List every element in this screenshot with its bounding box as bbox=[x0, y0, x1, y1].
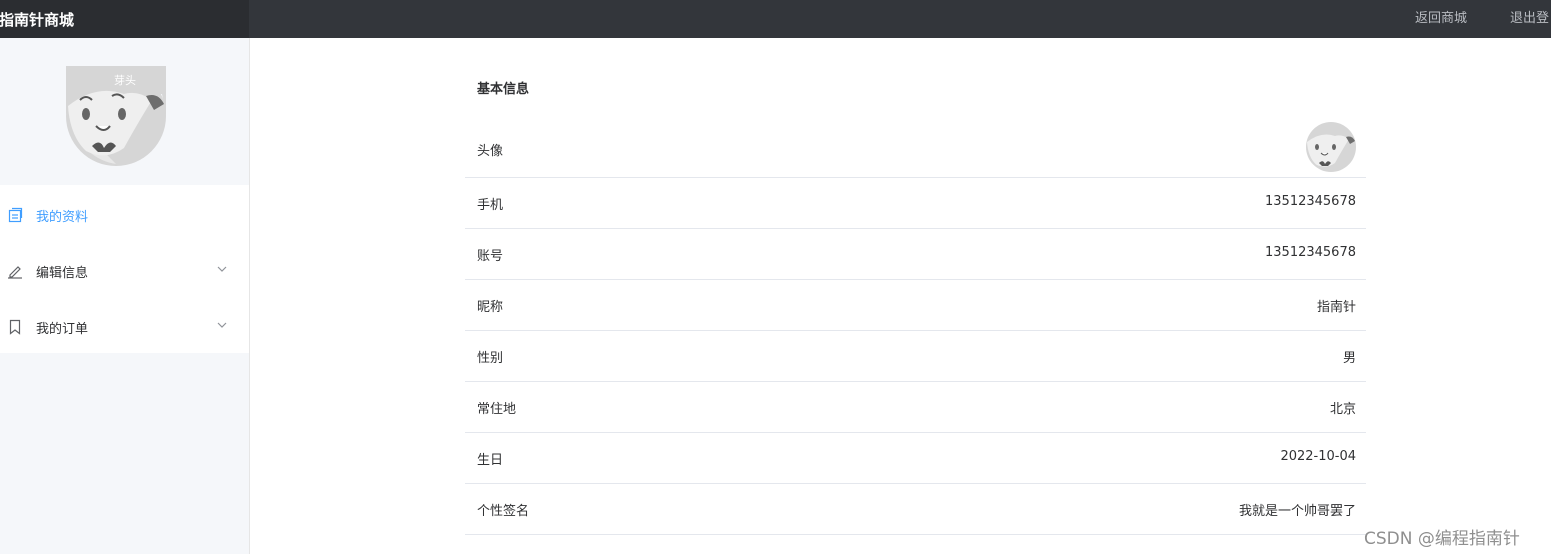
row-label: 头像 bbox=[477, 144, 504, 159]
sidebar-item-my-orders[interactable]: 我的订单 bbox=[0, 299, 249, 355]
brand-name: 指南针商城 bbox=[0, 10, 75, 29]
row-value: 男 bbox=[1342, 351, 1356, 366]
row-label: 常住地 bbox=[477, 402, 517, 417]
brand-logo[interactable]: 指南针商城 bbox=[0, 0, 249, 38]
row-value: 指南针 bbox=[1316, 300, 1356, 315]
sidebar-avatar-area: 芽头 bbox=[0, 38, 249, 185]
document-icon bbox=[8, 207, 23, 223]
profile-row-nickname: 昵称 指南针 bbox=[465, 280, 1366, 331]
sidebar-item-label: 我的订单 bbox=[36, 321, 89, 337]
row-value: 2022-10-04 bbox=[1280, 449, 1356, 464]
sidebar-item-label: 编辑信息 bbox=[36, 265, 89, 281]
sidebar-item-my-profile[interactable]: 我的资料 bbox=[0, 187, 249, 243]
row-label: 生日 bbox=[477, 453, 504, 468]
row-label: 个性签名 bbox=[477, 504, 530, 519]
profile-row-avatar: 头像 bbox=[465, 118, 1366, 178]
profile-row-phone: 手机 13512345678 bbox=[465, 178, 1366, 229]
row-value: 我就是一个帅哥罢了 bbox=[1238, 504, 1356, 519]
sidebar-menu: 我的资料 编辑信息 我的订单 bbox=[0, 185, 249, 353]
profile-row-gender: 性别 男 bbox=[465, 331, 1366, 382]
profile-row-account: 账号 13512345678 bbox=[465, 229, 1366, 280]
logout-link[interactable]: 退出登 bbox=[1510, 7, 1549, 26]
sidebar-item-label: 我的资料 bbox=[36, 209, 89, 225]
top-navbar: 指南针商城 返回商城 退出登 bbox=[0, 0, 1551, 38]
edit-pen-icon bbox=[8, 266, 22, 279]
profile-row-signature: 个性签名 我就是一个帅哥罢了 bbox=[465, 484, 1366, 535]
svg-text:芽头: 芽头 bbox=[114, 73, 136, 87]
row-value: 13512345678 bbox=[1265, 245, 1356, 260]
chevron-down-icon[interactable] bbox=[216, 319, 228, 331]
back-to-store-link[interactable]: 返回商城 bbox=[1415, 7, 1467, 26]
profile-info-table: 头像 手机 13512345678 账号 13512345678 昵称 指南针 … bbox=[465, 118, 1366, 535]
sidebar-item-edit-info[interactable]: 编辑信息 bbox=[0, 243, 249, 299]
profile-row-birthday: 生日 2022-10-04 bbox=[465, 433, 1366, 484]
row-label: 昵称 bbox=[477, 300, 504, 315]
row-label: 手机 bbox=[477, 198, 504, 213]
row-value: 13512345678 bbox=[1265, 194, 1356, 209]
section-title-basic-info: 基本信息 bbox=[477, 82, 530, 97]
profile-row-residence: 常住地 北京 bbox=[465, 382, 1366, 433]
chevron-down-icon[interactable] bbox=[216, 263, 228, 275]
user-avatar[interactable]: 芽头 bbox=[66, 66, 166, 166]
sidebar: 芽头 我的资料 编辑信息 我的订单 bbox=[0, 38, 250, 554]
row-value: 北京 bbox=[1329, 402, 1356, 417]
row-label: 账号 bbox=[477, 249, 504, 264]
bookmark-icon bbox=[9, 319, 21, 335]
row-label: 性别 bbox=[477, 351, 504, 366]
avatar-thumbnail[interactable] bbox=[1306, 122, 1356, 172]
csdn-watermark: CSDN @编程指南针 bbox=[1364, 529, 1520, 549]
